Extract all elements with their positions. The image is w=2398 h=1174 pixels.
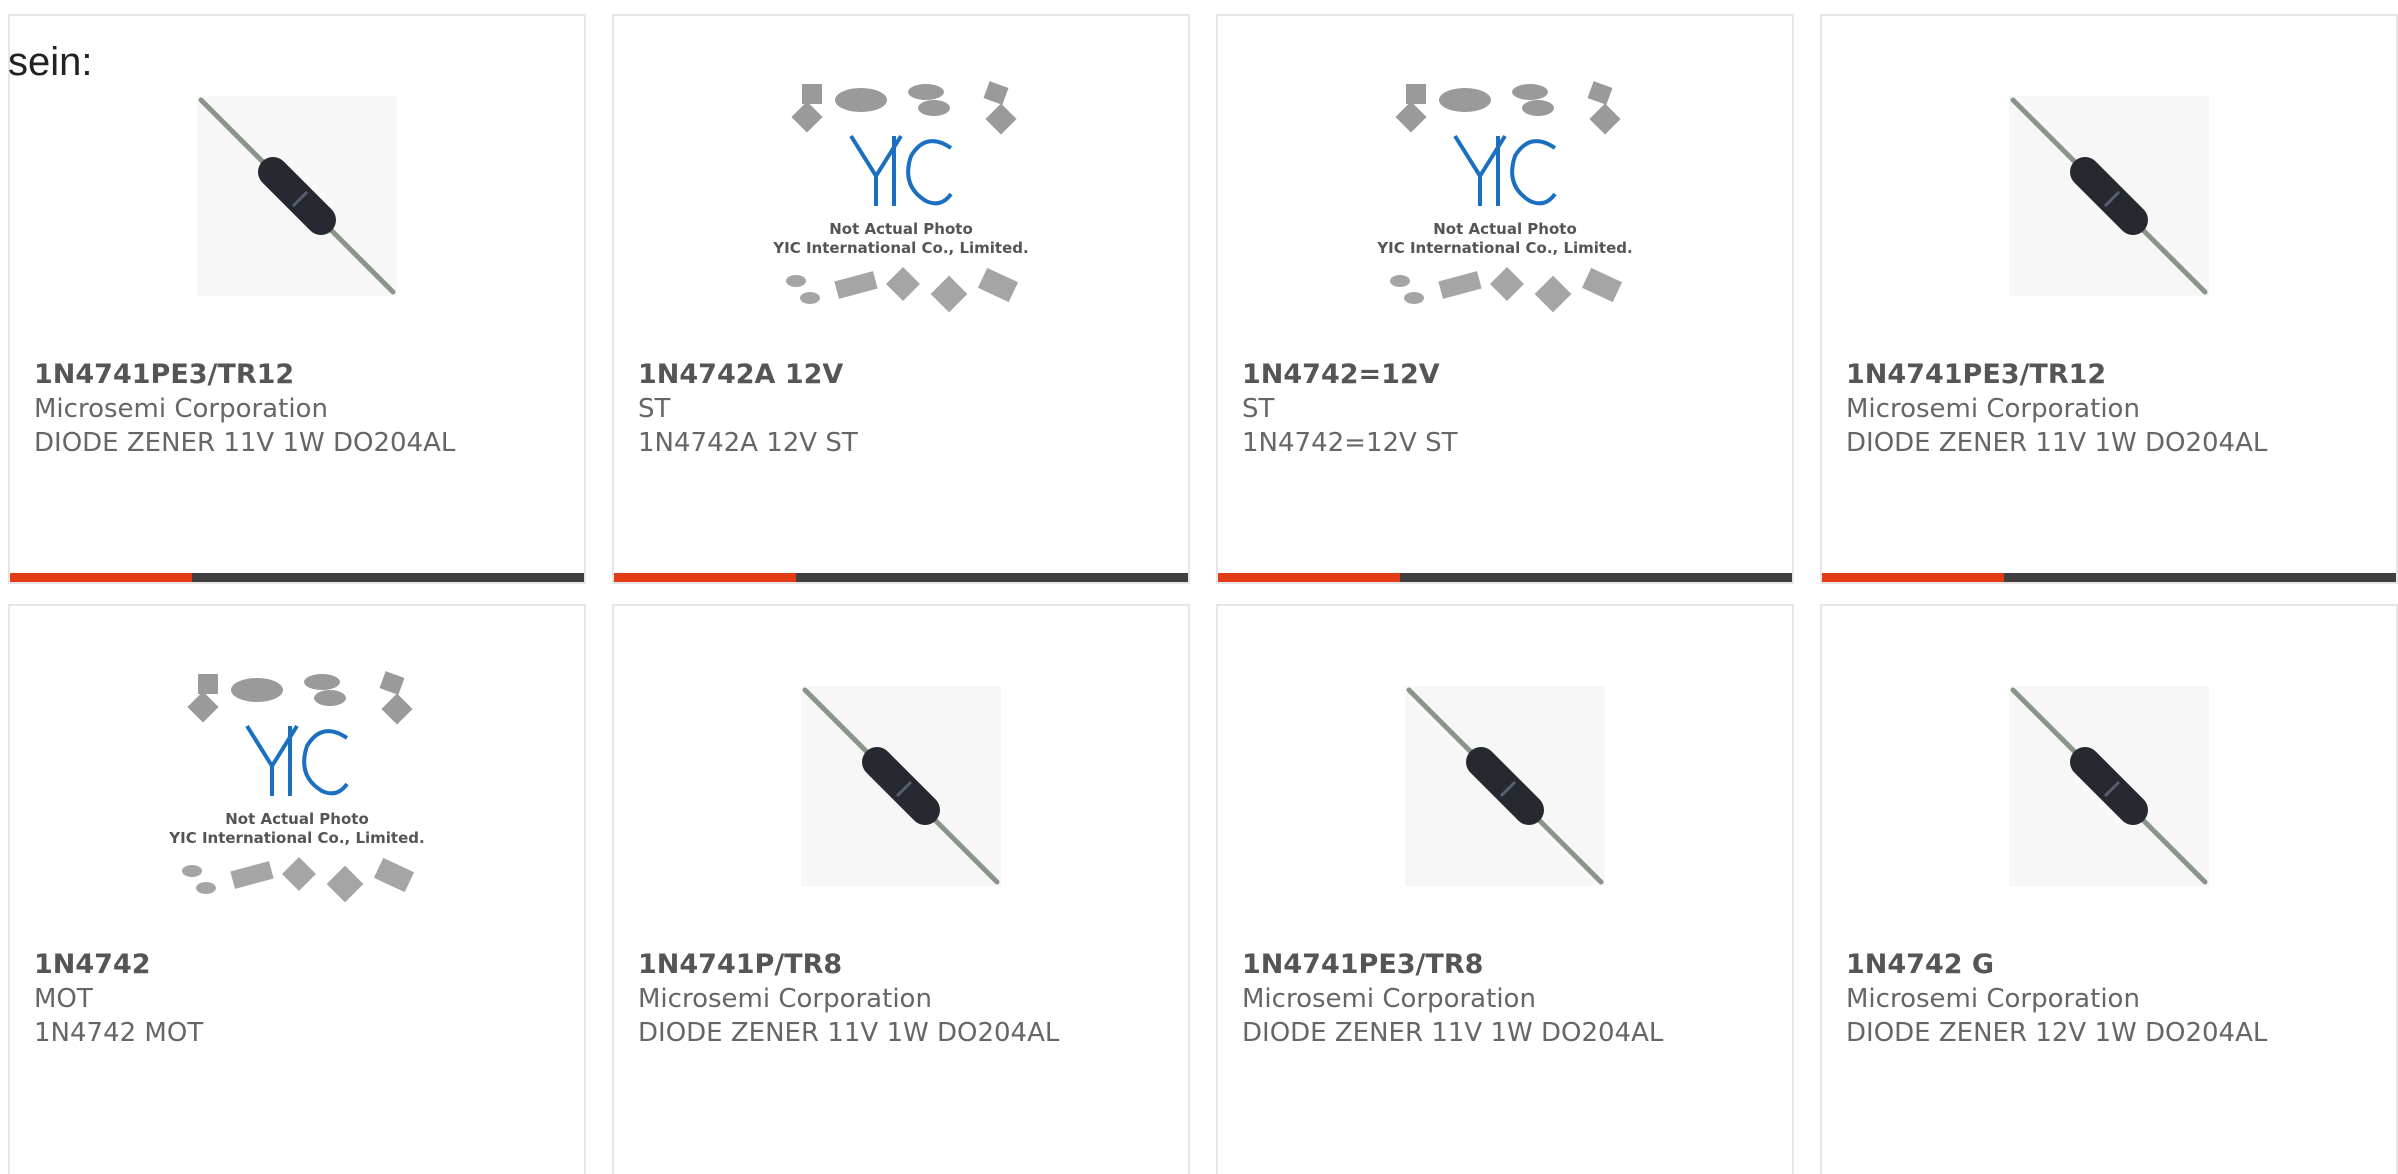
placeholder-text-2: YIC International Co., Limited.	[772, 239, 1028, 257]
diode-icon	[197, 96, 397, 296]
description: DIODE ZENER 11V 1W DO204AL	[1242, 1018, 1664, 1048]
part-number[interactable]: 1N4742=12V	[1242, 358, 1782, 392]
description: DIODE ZENER 12V 1W DO204AL	[1846, 1018, 2268, 1048]
description: DIODE ZENER 11V 1W DO204AL	[638, 1018, 1060, 1048]
diode-image[interactable]	[1822, 56, 2396, 336]
manufacturer: ST	[1242, 394, 1275, 424]
diode-icon	[1405, 686, 1605, 886]
description: DIODE ZENER 11V 1W DO204AL	[1846, 428, 2268, 458]
manufacturer: Microsemi Corporation	[1242, 984, 1536, 1014]
card-bar	[614, 573, 1188, 582]
product-card[interactable]: 1N4741PE3/TR12 Microsemi Corporation DIO…	[1820, 14, 2398, 584]
product-card[interactable]: Not Actual Photo YIC International Co., …	[612, 14, 1190, 584]
card-bar	[1822, 573, 2396, 582]
part-number[interactable]: 1N4742	[34, 948, 574, 982]
manufacturer: Microsemi Corporation	[34, 394, 328, 424]
part-number[interactable]: 1N4741PE3/TR12	[1846, 358, 2386, 392]
diode-icon	[2009, 96, 2209, 296]
product-card[interactable]: 1N4742 G Microsemi Corporation DIODE ZEN…	[1820, 604, 2398, 1174]
manufacturer: Microsemi Corporation	[1846, 394, 2140, 424]
diode-image[interactable]	[10, 56, 584, 336]
manufacturer: Microsemi Corporation	[638, 984, 932, 1014]
manufacturer: Microsemi Corporation	[1846, 984, 2140, 1014]
description: 1N4742 MOT	[34, 1018, 204, 1048]
product-card[interactable]: Not Actual Photo YIC International Co., …	[1216, 14, 1794, 584]
card-bar	[10, 573, 584, 582]
placeholder-text-2: YIC International Co., Limited.	[168, 829, 424, 847]
product-grid: 1N4741PE3/TR12 Microsemi Corporation DIO…	[0, 0, 2398, 1174]
card-bar-accent	[1218, 573, 1400, 582]
placeholder-text-1: Not Actual Photo	[225, 810, 369, 828]
placeholder-text-2: YIC International Co., Limited.	[1376, 239, 1632, 257]
part-number[interactable]: 1N4741P/TR8	[638, 948, 1178, 982]
manufacturer: MOT	[34, 984, 93, 1014]
diode-image[interactable]	[1218, 646, 1792, 926]
card-bar-accent	[1822, 573, 2004, 582]
diode-icon	[2009, 686, 2209, 886]
intro-text: sein:	[8, 40, 93, 84]
diode-image[interactable]	[1822, 646, 2396, 926]
card-bar-accent	[10, 573, 192, 582]
yic-placeholder-icon: Not Actual Photo YIC International Co., …	[1376, 81, 1633, 313]
product-card[interactable]: 1N4741PE3/TR8 Microsemi Corporation DIOD…	[1216, 604, 1794, 1174]
diode-icon	[801, 686, 1001, 886]
placeholder-image[interactable]: Not Actual Photo YIC International Co., …	[10, 646, 584, 926]
yic-placeholder-icon: Not Actual Photo YIC International Co., …	[168, 671, 425, 903]
manufacturer: ST	[638, 394, 671, 424]
placeholder-image[interactable]: Not Actual Photo YIC International Co., …	[1218, 56, 1792, 336]
product-card[interactable]: 1N4741P/TR8 Microsemi Corporation DIODE …	[612, 604, 1190, 1174]
diode-image[interactable]	[614, 646, 1188, 926]
part-number[interactable]: 1N4741PE3/TR12	[34, 358, 574, 392]
yic-placeholder-icon: Not Actual Photo YIC International Co., …	[772, 81, 1029, 313]
part-number[interactable]: 1N4742A 12V	[638, 358, 1178, 392]
product-card[interactable]: Not Actual Photo YIC International Co., …	[8, 604, 586, 1174]
product-card[interactable]: 1N4741PE3/TR12 Microsemi Corporation DIO…	[8, 14, 586, 584]
description: DIODE ZENER 11V 1W DO204AL	[34, 428, 456, 458]
placeholder-text-1: Not Actual Photo	[1433, 220, 1577, 238]
card-bar-accent	[614, 573, 796, 582]
description: 1N4742A 12V ST	[638, 428, 858, 458]
placeholder-text-1: Not Actual Photo	[829, 220, 973, 238]
part-number[interactable]: 1N4741PE3/TR8	[1242, 948, 1782, 982]
placeholder-image[interactable]: Not Actual Photo YIC International Co., …	[614, 56, 1188, 336]
card-bar	[1218, 573, 1792, 582]
part-number[interactable]: 1N4742 G	[1846, 948, 2386, 982]
description: 1N4742=12V ST	[1242, 428, 1458, 458]
